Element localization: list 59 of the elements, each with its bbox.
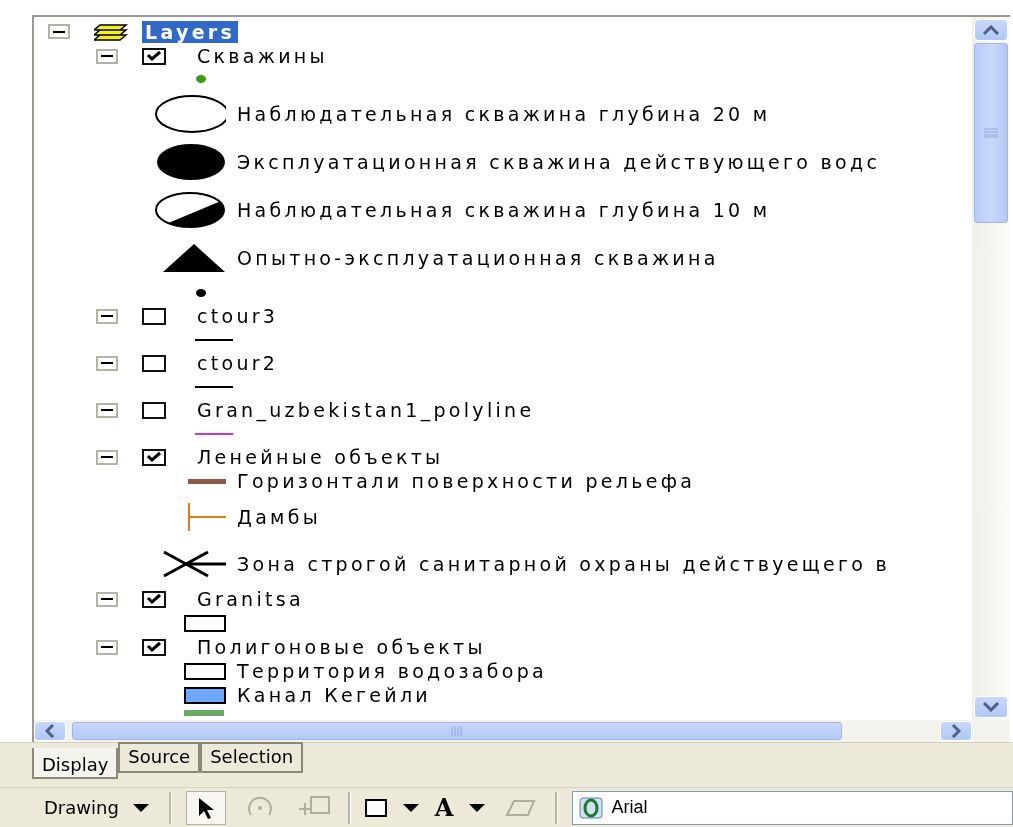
text-tool[interactable]: A [434, 793, 454, 822]
layer-name[interactable]: Gran_uzbekistan1_polyline [194, 399, 538, 421]
scroll-right-button[interactable] [940, 721, 972, 741]
panel-tab[interactable]: Display [32, 748, 119, 779]
layer-checkbox[interactable] [142, 401, 166, 419]
collapse-toggle[interactable] [96, 639, 118, 655]
scroll-down-button[interactable] [974, 696, 1008, 718]
filled-circle-icon [156, 143, 226, 181]
collapse-toggle[interactable] [48, 24, 70, 39]
layer-name[interactable]: ctour2 [194, 352, 282, 374]
collapse-toggle[interactable] [96, 48, 118, 64]
layer-checkbox[interactable] [142, 638, 166, 656]
layer-checkbox[interactable] [142, 448, 166, 466]
font-type-icon [579, 796, 604, 819]
collapse-toggle[interactable] [96, 402, 118, 418]
layer-name[interactable]: Granitsa [194, 588, 307, 610]
collapse-toggle[interactable] [96, 449, 118, 465]
legend-label: Канал Кегейли [236, 684, 432, 706]
layer-name[interactable]: ctour3 [194, 305, 282, 327]
chevron-down-icon [982, 702, 1000, 712]
font-field[interactable]: Arial [572, 790, 1013, 825]
polygon-symbol-icon [184, 614, 226, 632]
half-filled-circle-icon [154, 191, 226, 229]
chevron-right-icon [951, 724, 961, 738]
caret-icon[interactable] [467, 802, 488, 813]
collapse-toggle[interactable] [96, 355, 118, 371]
legend-label: Опытно-эксплуатационная скважина [236, 247, 720, 269]
chevron-left-icon [45, 724, 55, 738]
legend-label: Наблюдательная скважина глубина 10 м [236, 199, 772, 221]
legend-label: Территория водозабора [236, 660, 548, 682]
polygon-symbol-icon [184, 662, 226, 680]
chevron-up-icon [982, 25, 1000, 35]
scroll-left-button[interactable] [34, 721, 66, 741]
collapse-toggle[interactable] [96, 591, 118, 607]
layer-checkbox[interactable] [142, 590, 166, 608]
scroll-up-button[interactable] [974, 19, 1008, 41]
scrollbar-thumb[interactable] [974, 43, 1008, 223]
legend-label: Наблюдательная скважина глубина 20 м [236, 103, 772, 125]
legend-label: Дамбы [236, 506, 323, 528]
collapse-toggle[interactable] [96, 308, 118, 324]
rectangle-tool[interactable] [364, 798, 387, 817]
select-tool[interactable] [185, 790, 226, 825]
layer-name[interactable]: Скважины [194, 45, 331, 67]
panel-tab[interactable]: Source [118, 742, 201, 773]
panel-tab[interactable]: Selection [200, 742, 304, 773]
cross-line-icon [162, 550, 226, 578]
legend-label: Горизонтали поверхности рельефа [236, 470, 697, 492]
layer-name[interactable]: Полигоновые объекты [194, 636, 489, 658]
scrollbar-thumb[interactable] [72, 722, 842, 740]
drawing-menu[interactable]: Drawing [40, 797, 155, 818]
legend-label: Зона строгой санитарной охраны действуещего в [236, 553, 891, 575]
root-layer-label[interactable]: Layers [142, 20, 239, 43]
layer-checkbox[interactable] [142, 47, 166, 65]
layer-name[interactable]: Ленейные объекты [194, 446, 447, 468]
pointer-icon [196, 796, 215, 819]
layer-checkbox[interactable] [142, 307, 166, 325]
layer-checkbox[interactable] [142, 354, 166, 372]
legend-label: Эксплуатационная скважина действующего водс [236, 151, 882, 173]
triangle-icon [162, 243, 226, 273]
